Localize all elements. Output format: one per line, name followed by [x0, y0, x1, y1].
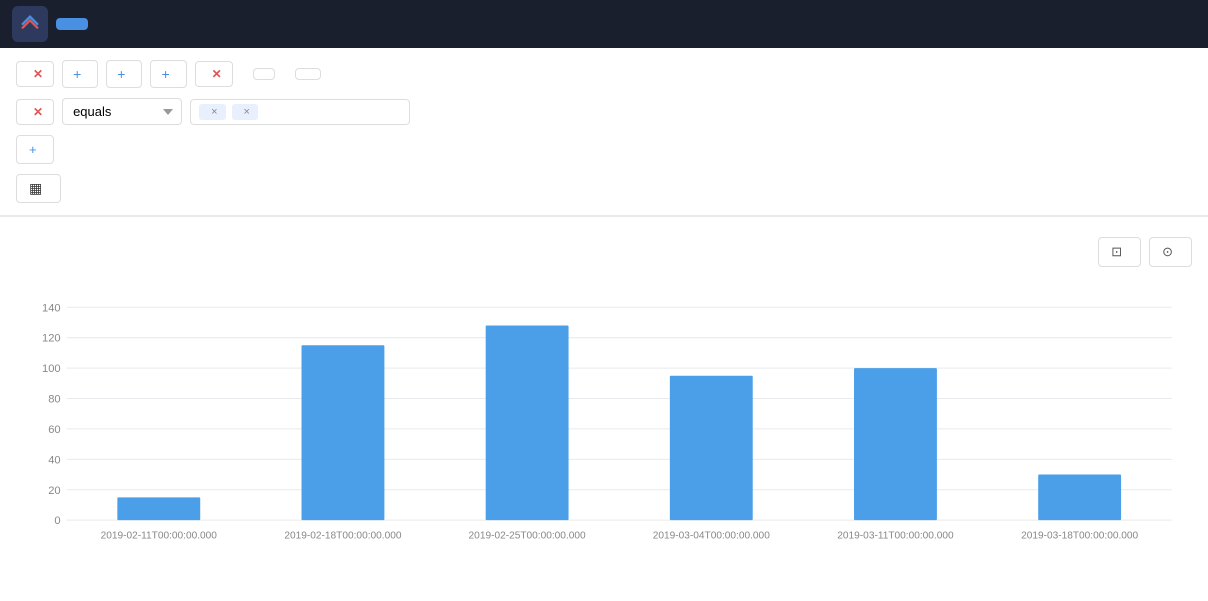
toolbar-row-2: ✕ equalsnot equalssetnot set × ×: [16, 98, 1192, 125]
svg-text:120: 120: [42, 333, 61, 345]
svg-text:80: 80: [48, 394, 60, 406]
date-filter-chip[interactable]: ✕: [195, 61, 233, 87]
add-filter-plus-icon: +: [29, 142, 37, 157]
add-measure-plus-icon: +: [73, 66, 81, 82]
processing-tag: ×: [199, 104, 225, 120]
svg-text:0: 0: [54, 515, 60, 527]
toolbar-row-3: +: [16, 135, 1192, 164]
completed-tag-close-icon[interactable]: ×: [244, 106, 250, 118]
chart-header: ⊡ ⊙: [16, 237, 1192, 267]
processing-tag-close-icon[interactable]: ×: [211, 106, 217, 118]
filter-status-close-icon[interactable]: ✕: [33, 105, 43, 119]
chart-actions: ⊡ ⊙: [1098, 237, 1192, 267]
navbar: [0, 0, 1208, 48]
schema-tab[interactable]: [96, 18, 128, 30]
svg-text:140: 140: [42, 302, 61, 314]
bar-chart-icon: ▦: [29, 180, 42, 197]
toolbar: ✕ + + + ✕ ✕ equalsnot: [0, 48, 1208, 216]
chart-section: ⊡ ⊙ 0 20 40 60 80 100 120 140 2019-02-11T00:00:0…: [0, 217, 1208, 594]
filter-values-input[interactable]: × ×: [190, 99, 410, 125]
completed-tag: ×: [232, 104, 258, 120]
logo: [12, 6, 48, 42]
add-measure-chip[interactable]: +: [62, 60, 98, 88]
svg-text:20: 20: [48, 485, 60, 497]
bar-chart-container: 0 20 40 60 80 100 120 140 2019-02-11T00:00:00.00…: [16, 287, 1192, 574]
chart-type-button[interactable]: ▦: [16, 174, 61, 203]
svg-text:2019-02-25T00:00:00.000: 2019-02-25T00:00:00.000: [469, 530, 586, 541]
add-dimension-plus-icon: +: [117, 66, 125, 82]
add-segment-chip[interactable]: +: [150, 60, 186, 88]
svg-text:2019-03-11T00:00:00.000: 2019-03-11T00:00:00.000: [837, 530, 954, 541]
date-range-chip[interactable]: [253, 68, 275, 80]
filter-status-chip[interactable]: ✕: [16, 99, 54, 125]
show-code-button[interactable]: ⊡: [1098, 237, 1141, 267]
date-filter-close-icon[interactable]: ✕: [212, 67, 222, 81]
bar-chart-svg: 0 20 40 60 80 100 120 140 2019-02-11T00:00:00.00…: [16, 287, 1192, 571]
svg-text:2019-02-18T00:00:00.000: 2019-02-18T00:00:00.000: [284, 530, 401, 541]
toolbar-row-1: ✕ + + + ✕: [16, 60, 1192, 88]
show-code-icon: ⊡: [1111, 244, 1122, 260]
orders-count-close-icon[interactable]: ✕: [33, 67, 43, 81]
add-segment-plus-icon: +: [161, 66, 169, 82]
edit-icon: ⊙: [1162, 244, 1173, 260]
granularity-chip[interactable]: [295, 68, 321, 80]
add-filter-button[interactable]: +: [16, 135, 54, 164]
svg-text:2019-03-18T00:00:00.000: 2019-03-18T00:00:00.000: [1021, 530, 1138, 541]
toolbar-row-4: ▦: [16, 174, 1192, 203]
explore-tab[interactable]: [56, 18, 88, 30]
svg-text:60: 60: [48, 424, 60, 436]
edit-button[interactable]: ⊙: [1149, 237, 1192, 267]
svg-text:2019-02-11T00:00:00.000: 2019-02-11T00:00:00.000: [101, 530, 218, 541]
svg-text:100: 100: [42, 363, 61, 375]
svg-text:2019-03-04T00:00:00.000: 2019-03-04T00:00:00.000: [653, 530, 770, 541]
add-dimension-chip[interactable]: +: [106, 60, 142, 88]
orders-count-chip[interactable]: ✕: [16, 61, 54, 87]
svg-text:40: 40: [48, 454, 60, 466]
filter-operator-select[interactable]: equalsnot equalssetnot set: [62, 98, 182, 125]
